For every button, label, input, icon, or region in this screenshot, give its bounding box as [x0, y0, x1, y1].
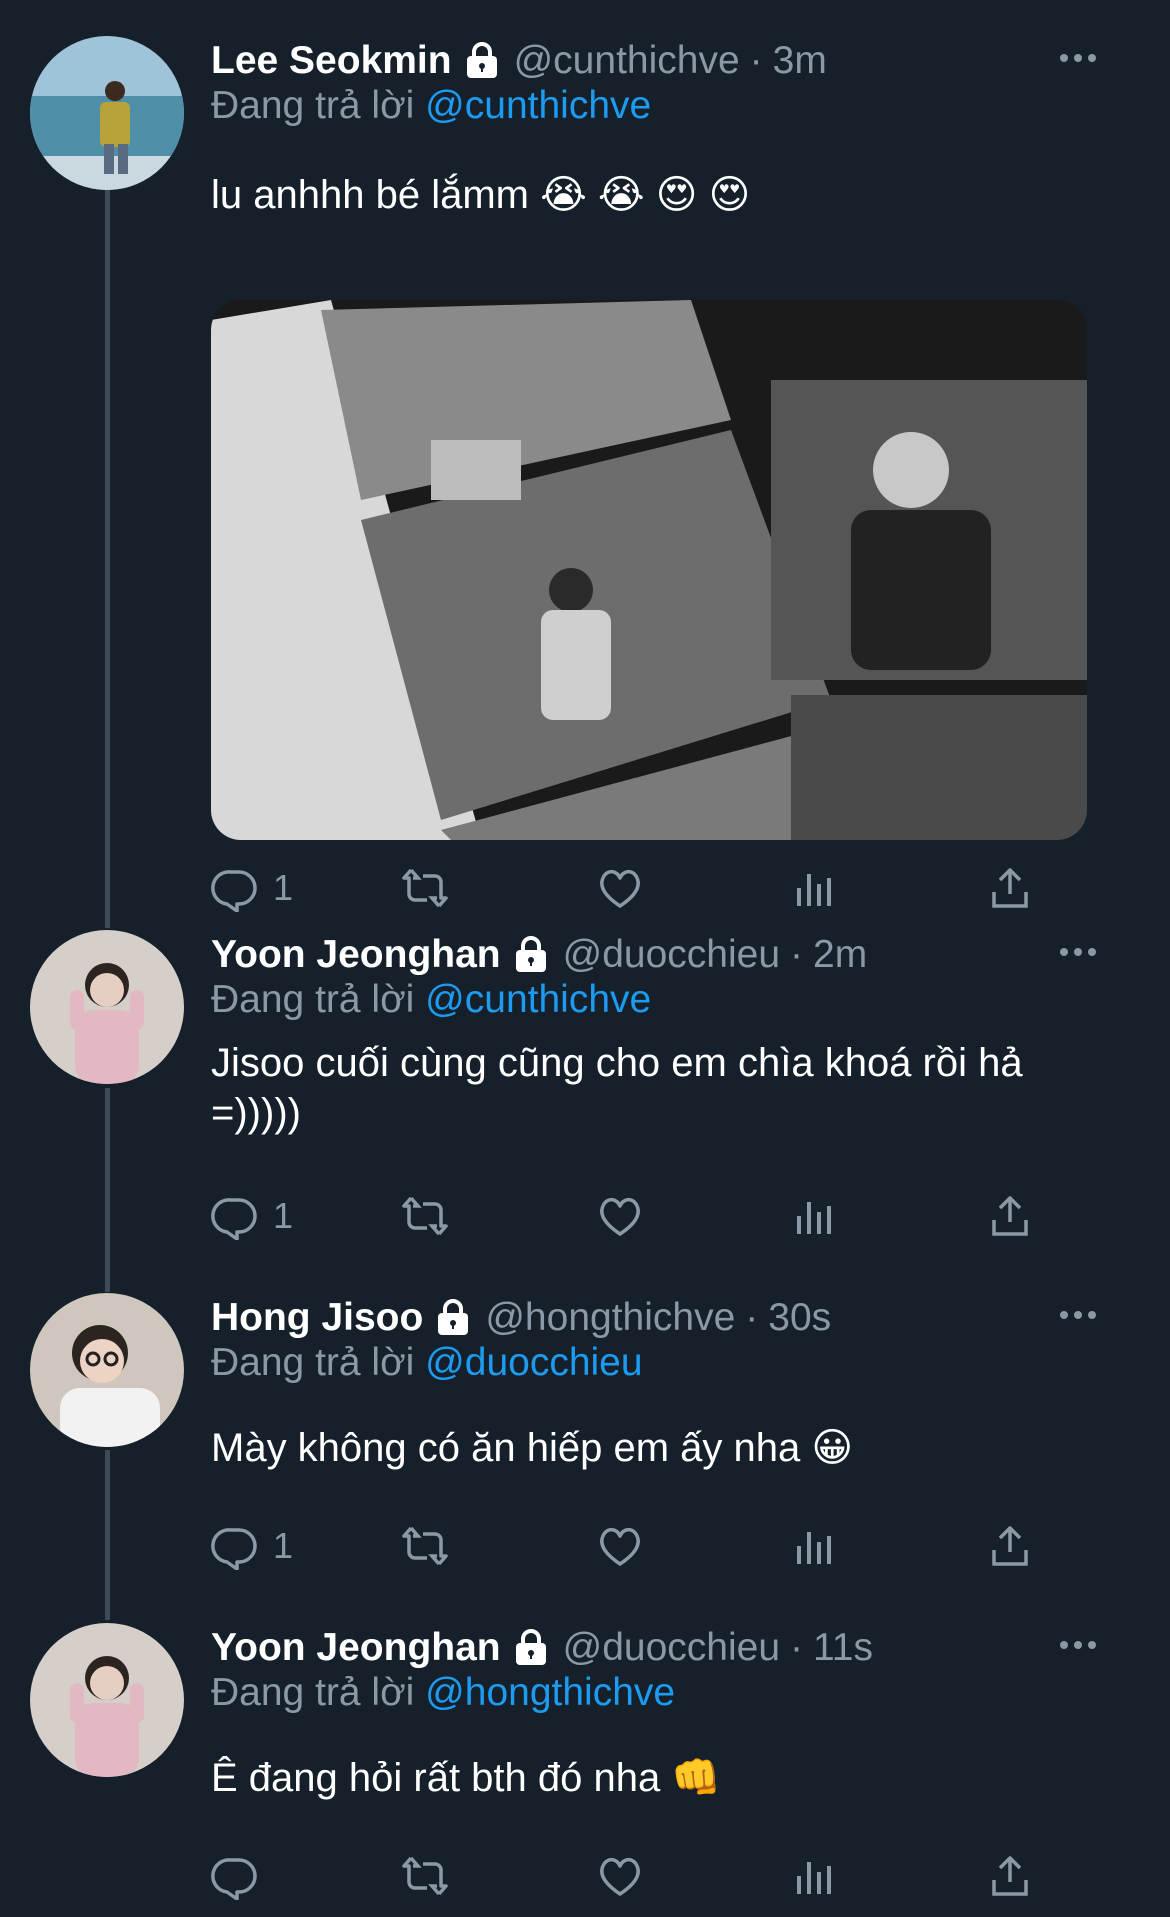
tweet-text: Jisoo cuối cùng cũng cho em chìa khoá rồ…: [211, 1041, 1023, 1135]
like-button[interactable]: [596, 858, 644, 918]
reply-button[interactable]: 1: [211, 1186, 293, 1246]
tweet[interactable]: Yoon Jeonghan @duocchieu · 2m Đang trả l…: [0, 930, 1170, 1250]
reply-target-link[interactable]: @hongthichve: [425, 1671, 675, 1714]
views-button[interactable]: [791, 858, 839, 918]
views-button[interactable]: [791, 1846, 839, 1906]
username[interactable]: @hongthichve: [485, 1296, 735, 1340]
more-icon[interactable]: [1056, 1293, 1100, 1337]
reply-icon: [211, 1522, 259, 1570]
retweet-icon: [401, 1522, 449, 1570]
reply-button[interactable]: 1: [211, 1516, 293, 1576]
avatar[interactable]: [30, 930, 184, 1084]
timestamp[interactable]: 30s: [768, 1296, 831, 1340]
more-icon[interactable]: [1056, 930, 1100, 974]
retweet-button[interactable]: [401, 858, 449, 918]
timestamp[interactable]: 2m: [813, 933, 867, 977]
reply-context: Đang trả lời @cunthichve: [211, 978, 651, 1022]
reply-prefix: Đang trả lời: [211, 978, 415, 1021]
reply-icon: [211, 1852, 259, 1900]
like-button[interactable]: [596, 1846, 644, 1906]
analytics-icon: [791, 1192, 839, 1240]
share-icon: [986, 864, 1034, 912]
tweet-text: Mày không có ăn hiếp em ấy nha 😀: [211, 1426, 854, 1470]
lock-icon: [433, 1298, 473, 1338]
retweet-icon: [401, 1192, 449, 1240]
separator-dot: ·: [790, 933, 804, 976]
analytics-icon: [791, 864, 839, 912]
analytics-icon: [791, 1852, 839, 1900]
avatar[interactable]: [30, 1293, 184, 1447]
avatar[interactable]: [30, 36, 184, 190]
display-name[interactable]: Yoon Jeonghan: [211, 933, 501, 977]
display-name[interactable]: Hong Jisoo: [211, 1296, 423, 1340]
tweet-actions: 1: [211, 1186, 1031, 1246]
reply-target-link[interactable]: @cunthichve: [425, 84, 651, 127]
separator-dot: ·: [749, 39, 763, 82]
lock-icon: [511, 1628, 551, 1668]
reply-count: 1: [273, 1195, 294, 1236]
reply-count: 1: [273, 867, 294, 908]
tweet[interactable]: Yoon Jeonghan @duocchieu · 11s Đang trả …: [0, 1623, 1170, 1913]
views-button[interactable]: [791, 1516, 839, 1576]
retweet-button[interactable]: [401, 1516, 449, 1576]
tweet-photo[interactable]: [211, 300, 1087, 840]
like-button[interactable]: [596, 1516, 644, 1576]
lock-icon: [511, 935, 551, 975]
reply-prefix: Đang trả lời: [211, 84, 415, 127]
more-icon[interactable]: [1056, 1623, 1100, 1667]
reply-button[interactable]: 1: [211, 858, 293, 918]
share-button[interactable]: [986, 858, 1034, 918]
timestamp[interactable]: 11s: [813, 1626, 873, 1670]
heart-icon: [596, 864, 644, 912]
tweet-actions: 1: [211, 1516, 1031, 1576]
share-icon: [986, 1192, 1034, 1240]
tweet-actions: 1: [211, 858, 1031, 918]
reply-context: Đang trả lời @cunthichve: [211, 84, 651, 128]
retweet-button[interactable]: [401, 1846, 449, 1906]
reply-prefix: Đang trả lời: [211, 1671, 415, 1714]
share-button[interactable]: [986, 1186, 1034, 1246]
lock-icon: [462, 41, 502, 81]
avatar[interactable]: [30, 1623, 184, 1777]
heart-icon: [596, 1852, 644, 1900]
reply-icon: [211, 1192, 259, 1240]
heart-icon: [596, 1522, 644, 1570]
timestamp[interactable]: 3m: [773, 39, 827, 83]
tweet-text: Ê đang hỏi rất bth đó nha 👊: [211, 1756, 722, 1800]
tweet-actions: [211, 1846, 1031, 1906]
reply-icon: [211, 864, 259, 912]
reply-target-link[interactable]: @cunthichve: [425, 978, 651, 1021]
tweet-text: lu anhhh bé lắmm 😭 😭 😍 😍: [211, 173, 751, 217]
retweet-icon: [401, 864, 449, 912]
username[interactable]: @cunthichve: [514, 39, 740, 83]
display-name[interactable]: Yoon Jeonghan: [211, 1626, 501, 1670]
username[interactable]: @duocchieu: [563, 1626, 780, 1670]
reply-context: Đang trả lời @hongthichve: [211, 1671, 675, 1715]
like-button[interactable]: [596, 1186, 644, 1246]
separator-dot: ·: [745, 1296, 759, 1339]
reply-count: 1: [273, 1525, 294, 1566]
heart-icon: [596, 1192, 644, 1240]
reply-button[interactable]: [211, 1846, 273, 1906]
share-icon: [986, 1852, 1034, 1900]
tweet[interactable]: Lee Seokmin @cunthichve · 3m Đang trả lờ…: [0, 36, 1170, 916]
tweet[interactable]: Hong Jisoo @hongthichve · 30s Đang trả l…: [0, 1293, 1170, 1583]
share-button[interactable]: [986, 1516, 1034, 1576]
reply-target-link[interactable]: @duocchieu: [425, 1341, 642, 1384]
separator-dot: ·: [790, 1626, 804, 1669]
more-icon[interactable]: [1056, 36, 1100, 80]
views-button[interactable]: [791, 1186, 839, 1246]
analytics-icon: [791, 1522, 839, 1570]
reply-context: Đang trả lời @duocchieu: [211, 1341, 643, 1385]
display-name[interactable]: Lee Seokmin: [211, 39, 452, 83]
reply-prefix: Đang trả lời: [211, 1341, 415, 1384]
retweet-icon: [401, 1852, 449, 1900]
retweet-button[interactable]: [401, 1186, 449, 1246]
share-icon: [986, 1522, 1034, 1570]
share-button[interactable]: [986, 1846, 1034, 1906]
username[interactable]: @duocchieu: [563, 933, 780, 977]
